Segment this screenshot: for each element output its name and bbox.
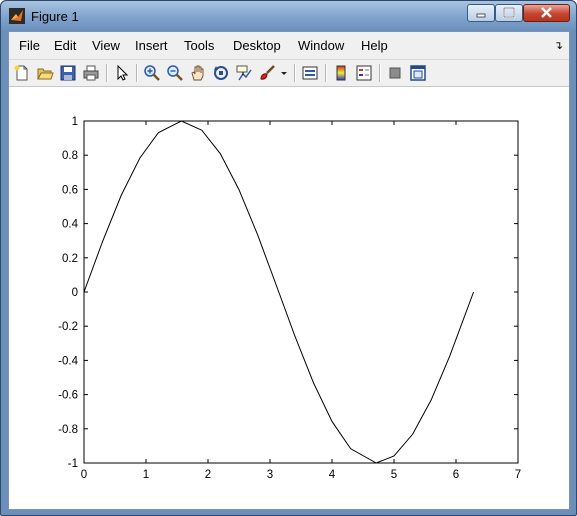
window-title: Figure 1	[31, 9, 79, 24]
y-tick-label: -0.6	[58, 390, 78, 402]
close-icon	[541, 7, 552, 18]
menu-bar: File Edit View Insert Tools Desktop Wind…	[9, 32, 569, 60]
x-tick-label: 5	[391, 469, 397, 481]
y-tick-label: 0.2	[62, 253, 78, 265]
y-tick-label: 1	[72, 116, 78, 128]
new-figure-icon[interactable]	[13, 64, 31, 82]
menu-insert[interactable]: Insert	[135, 38, 168, 53]
y-tick-label: 0.4	[62, 219, 79, 231]
x-tick-label: 6	[453, 469, 459, 481]
y-tick-label: 0.8	[62, 150, 78, 162]
toolbar-separator	[379, 64, 380, 82]
axes-box	[83, 120, 519, 464]
toolbar-separator	[325, 64, 326, 82]
minimize-icon	[476, 13, 486, 18]
sine-line-chart: 0 1 2 3 4 5 6 7 -1 -0.8 -0.6 -0.4 -0.2 0 0.2 0.4 0.6 0.8 1	[58, 116, 521, 481]
menu-edit[interactable]: Edit	[54, 38, 76, 53]
data-cursor-icon[interactable]	[235, 64, 253, 82]
x-tick-label: 4	[329, 469, 336, 481]
figure-toolbar	[9, 60, 569, 87]
y-tick-label: -0.8	[58, 424, 78, 436]
menu-tools[interactable]: Tools	[184, 38, 214, 53]
menu-help[interactable]: Help	[361, 38, 388, 53]
x-tick-label: 2	[205, 469, 211, 481]
title-bar[interactable]: Figure 1	[1, 1, 576, 31]
toolbar-separator	[136, 64, 137, 82]
figure-canvas: 0 1 2 3 4 5 6 7 -1 -0.8 -0.6 -0.4 -0.2 0 0.2 0.4 0.6 0.8 1	[9, 87, 569, 509]
minimize-button[interactable]	[467, 4, 495, 22]
y-tick-label: -0.2	[58, 321, 78, 333]
matlab-logo-icon	[9, 8, 25, 24]
x-tick-label: 3	[267, 469, 273, 481]
menu-desktop[interactable]: Desktop	[233, 38, 281, 53]
y-tick-label: 0	[72, 287, 78, 299]
hide-plot-tools-icon[interactable]	[386, 64, 404, 82]
rotate-3d-icon[interactable]	[212, 64, 230, 82]
menu-view[interactable]: View	[92, 38, 120, 53]
figure-window: Figure 1 File Edit View Insert Tools Des…	[0, 0, 577, 516]
y-tick-label: -0.4	[58, 355, 78, 367]
link-plot-icon[interactable]	[301, 64, 319, 82]
edit-plot-arrow-icon[interactable]	[113, 64, 131, 82]
close-button[interactable]	[523, 4, 570, 22]
brush-dropdown-icon[interactable]	[279, 64, 289, 82]
menu-overflow-chevron-icon[interactable]: ↴	[554, 39, 563, 52]
maximize-icon	[503, 7, 515, 18]
y-tick-label: -1	[68, 458, 78, 470]
print-icon[interactable]	[82, 64, 100, 82]
insert-colorbar-icon[interactable]	[332, 64, 350, 82]
x-tick-label: 0	[81, 469, 87, 481]
brush-icon[interactable]	[258, 64, 276, 82]
figure-client-area: File Edit View Insert Tools Desktop Wind…	[8, 31, 570, 510]
show-plot-tools-icon[interactable]	[409, 64, 427, 82]
menu-window[interactable]: Window	[298, 38, 344, 53]
x-tick-label: 7	[515, 469, 521, 481]
menu-file[interactable]: File	[19, 38, 40, 53]
toolbar-separator	[294, 64, 295, 82]
x-tick-label: 1	[143, 469, 149, 481]
zoom-in-icon[interactable]	[143, 64, 161, 82]
save-icon[interactable]	[59, 64, 77, 82]
maximize-button[interactable]	[495, 4, 523, 22]
y-tick-label: 0.6	[62, 184, 78, 196]
open-file-icon[interactable]	[36, 64, 54, 82]
zoom-out-icon[interactable]	[166, 64, 184, 82]
insert-legend-icon[interactable]	[355, 64, 373, 82]
pan-hand-icon[interactable]	[189, 64, 207, 82]
toolbar-separator	[106, 64, 107, 82]
